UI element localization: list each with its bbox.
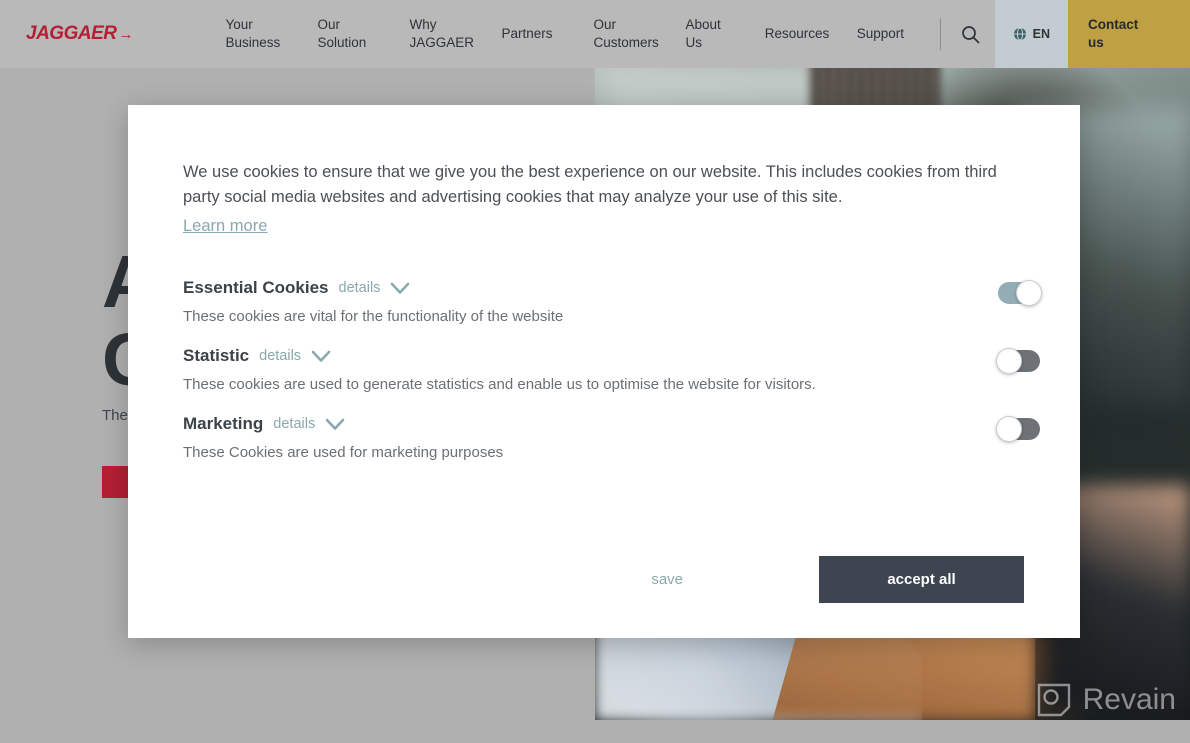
- language-selector[interactable]: EN: [994, 0, 1068, 68]
- cookie-category-description-statistic: These cookies are used to generate stati…: [183, 376, 816, 393]
- cookie-category-header: Marketing details: [183, 414, 998, 434]
- cookie-details-link-statistic[interactable]: details: [259, 348, 301, 364]
- nav-divider: [939, 18, 941, 50]
- cookie-category-header: Essential Cookies details: [183, 278, 998, 298]
- page-bottom-strip: [0, 720, 1190, 743]
- cookie-category-row: Marketing details These Cookies are used…: [183, 405, 1040, 473]
- cookie-category-title-marketing: Marketing: [183, 414, 264, 433]
- brand-logo[interactable]: JAGGAER →: [0, 0, 155, 68]
- toggle-knob: [996, 416, 1022, 442]
- cookie-modal-actions: save accept all: [128, 556, 1080, 638]
- cookie-modal-backdrop: We use cookies to ensure that we give yo…: [0, 0, 1190, 743]
- cookie-toggle-essential[interactable]: [998, 280, 1042, 306]
- nav-item-resources[interactable]: Resources: [743, 25, 835, 43]
- contact-us-button[interactable]: Contact us: [1068, 0, 1190, 68]
- brand-logo-text: JAGGAER: [26, 23, 117, 44]
- cookie-category-description-marketing: These Cookies are used for marketing pur…: [183, 444, 504, 461]
- nav-item-our-solution[interactable]: Our Solution: [295, 16, 387, 52]
- nav-item-why-jaggaer[interactable]: Why JAGGAER: [387, 16, 479, 52]
- cookie-toggle-statistic[interactable]: [996, 348, 1040, 374]
- cookie-category-content: Essential Cookies details These cookies …: [183, 278, 998, 327]
- cookie-category-title-essential: Essential Cookies: [183, 278, 329, 297]
- revain-watermark-text: Revain: [1082, 683, 1176, 716]
- chevron-down-icon[interactable]: [311, 350, 331, 363]
- accept-all-button[interactable]: accept all: [819, 556, 1024, 603]
- cookie-toggle-marketing[interactable]: [996, 416, 1040, 442]
- cookie-details-link-essential[interactable]: details: [339, 280, 381, 296]
- globe-icon: [1013, 27, 1027, 41]
- chevron-down-icon[interactable]: [325, 418, 345, 431]
- language-label: EN: [1032, 27, 1050, 41]
- toggle-knob: [1016, 280, 1042, 306]
- nav-item-support[interactable]: Support: [835, 25, 926, 43]
- cookie-category-content: Statistic details These cookies are used…: [183, 346, 998, 395]
- cookie-category-title-statistic: Statistic: [183, 346, 250, 365]
- nav-item-about-us[interactable]: About Us: [663, 16, 742, 52]
- nav-item-our-customers[interactable]: Our Customers: [571, 16, 663, 52]
- cookie-category-row: Essential Cookies details These cookies …: [183, 269, 1042, 337]
- search-icon[interactable]: [947, 0, 995, 68]
- cookie-category-description-essential: These cookies are vital for the function…: [183, 308, 564, 325]
- revain-watermark: Revain: [1035, 681, 1176, 719]
- top-navigation-bar: JAGGAER → Your Business Our Solution Why…: [0, 0, 1190, 68]
- chevron-down-icon[interactable]: [390, 282, 410, 295]
- nav-item-your-business[interactable]: Your Business: [203, 16, 295, 52]
- learn-more-link[interactable]: Learn more: [183, 214, 267, 239]
- cookie-category-row: Statistic details These cookies are used…: [183, 337, 1040, 405]
- revain-logo-icon: [1035, 681, 1073, 719]
- brand-arrow-icon: →: [118, 25, 134, 43]
- nav-right-cluster: EN Contact us: [930, 0, 1190, 68]
- page-root: A C The Revain JAGGAER → Your Business O…: [0, 0, 1190, 743]
- cookie-consent-modal: We use cookies to ensure that we give yo…: [128, 105, 1080, 638]
- cookie-category-content: Marketing details These Cookies are used…: [183, 414, 998, 463]
- cookie-category-list: Essential Cookies details These cookies …: [128, 269, 1080, 473]
- nav-item-partners[interactable]: Partners: [479, 25, 571, 43]
- toggle-knob: [996, 348, 1022, 374]
- main-nav: Your Business Our Solution Why JAGGAER P…: [155, 0, 929, 68]
- cookie-intro-block: We use cookies to ensure that we give yo…: [128, 105, 1080, 239]
- save-button[interactable]: save: [625, 557, 709, 602]
- cookie-details-link-marketing[interactable]: details: [273, 416, 315, 432]
- cookie-category-header: Statistic details: [183, 346, 998, 366]
- cookie-intro-text: We use cookies to ensure that we give yo…: [183, 163, 997, 206]
